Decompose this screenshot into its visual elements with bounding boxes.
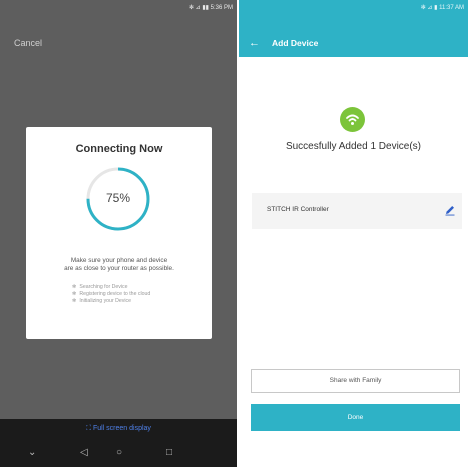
progress-label: 75% <box>105 191 131 205</box>
success-message: Succesfully Added 1 Device(s) <box>285 141 422 152</box>
connection-steps: ✻ Searching for Device ✻ Registering devic… <box>72 284 150 305</box>
connecting-screen: ✻ ⊿ ▮▮ 5:36 PM Cancel Connecting Now 75%… <box>0 0 237 467</box>
chevron-down-icon[interactable]: ⌄ <box>28 447 36 458</box>
app-header: ✻ ⊿ ▮ 11:37 AM ← Add Device <box>239 0 468 57</box>
step-item: ✻ Registering device to the cloud <box>72 291 151 297</box>
bullet-icon: ✻ <box>72 284 77 290</box>
bullet-icon: ✻ <box>72 298 77 304</box>
cancel-button[interactable]: Cancel <box>14 38 42 48</box>
edit-pencil-icon[interactable] <box>444 204 456 216</box>
add-device-screen: ✻ ⊿ ▮ 11:37 AM ← Add Device Succesfully … <box>239 0 468 467</box>
device-name: STITCH IR Controller <box>267 206 329 213</box>
hint-line-1: Make sure your phone and device <box>70 257 168 264</box>
step-item: ✻ Initializing your Device <box>72 298 131 304</box>
page-title: Add Device <box>272 38 319 48</box>
recents-square-icon[interactable]: □ <box>166 447 172 458</box>
status-bar: ✻ ⊿ ▮ 11:37 AM <box>420 5 464 11</box>
fullscreen-display-button[interactable]: ⛶ Full screen display <box>0 425 237 433</box>
wifi-success-icon <box>340 107 365 132</box>
device-row[interactable]: STITCH IR Controller <box>252 193 462 229</box>
bullet-icon: ✻ <box>72 291 77 297</box>
status-bar: ✻ ⊿ ▮▮ 5:36 PM <box>188 5 233 11</box>
back-arrow-icon[interactable]: ← <box>249 38 260 49</box>
home-circle-icon[interactable]: ○ <box>116 447 122 458</box>
done-button[interactable]: Done <box>251 404 460 431</box>
step-item: ✻ Searching for Device <box>72 284 128 290</box>
proximity-hint: Make sure your phone and device are as c… <box>26 257 212 273</box>
share-with-family-button[interactable]: Share with Family <box>251 369 460 393</box>
dialog-title: Connecting Now <box>75 143 163 155</box>
connecting-dialog: Connecting Now 75% Make sure your phone … <box>26 127 212 339</box>
hint-line-2: are as close to your router as possible. <box>64 265 174 272</box>
back-triangle-icon[interactable]: ◁ <box>80 447 88 458</box>
fullscreen-icon: ⛶ <box>86 425 93 432</box>
system-nav-bar: ⛶ Full screen display ⌄ ◁ ○ □ <box>0 419 237 467</box>
